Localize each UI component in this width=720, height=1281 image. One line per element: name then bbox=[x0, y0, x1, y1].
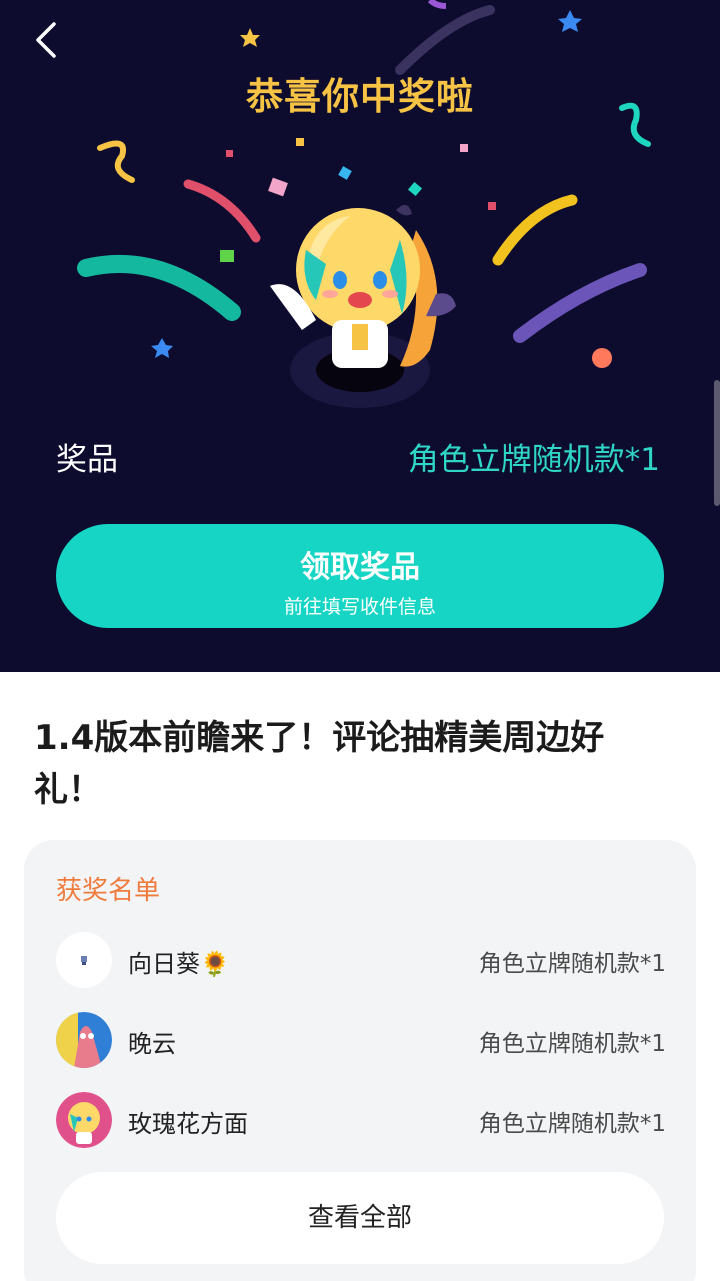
article-title: 1.4版本前瞻来了！评论抽精美周边好礼！ bbox=[34, 718, 605, 810]
claim-button-sublabel: 前往填写收件信息 bbox=[283, 596, 436, 618]
claim-button-label: 领取奖品 bbox=[300, 550, 420, 585]
winner-row[interactable]: 向日葵🌻 角色立牌随机款*1 bbox=[56, 932, 666, 992]
winner-name: 向日葵🌻 bbox=[128, 950, 230, 978]
prize-hero: 恭喜你中奖啦 奖品 角色立牌随机款*1 领取奖品 前往填写收件信息 bbox=[0, 0, 720, 672]
scrollbar-thumb[interactable] bbox=[714, 380, 720, 506]
winners-title: 获奖名单 bbox=[56, 876, 161, 906]
prize-value: 角色立牌随机款*1 bbox=[407, 442, 660, 478]
mascot-illustration bbox=[270, 204, 456, 408]
prize-label: 奖品 bbox=[56, 442, 118, 478]
starfish-avatar-icon bbox=[56, 1012, 112, 1068]
winner-prize: 角色立牌随机款*1 bbox=[478, 951, 666, 977]
small-figure-avatar-icon bbox=[56, 932, 112, 988]
winner-prize: 角色立牌随机款*1 bbox=[478, 1031, 666, 1057]
winner-name: 晚云 bbox=[128, 1030, 176, 1058]
winner-row[interactable]: 晚云 角色立牌随机款*1 bbox=[56, 1012, 666, 1072]
back-chevron-icon[interactable] bbox=[26, 18, 66, 62]
mascot-avatar-icon bbox=[56, 1092, 112, 1148]
page-title: 恭喜你中奖啦 bbox=[246, 75, 474, 118]
winner-prize: 角色立牌随机款*1 bbox=[478, 1111, 666, 1137]
avatar bbox=[56, 932, 112, 988]
avatar bbox=[56, 1092, 112, 1148]
winner-row[interactable]: 玫瑰花方面 角色立牌随机款*1 bbox=[56, 1092, 666, 1152]
winners-card: 获奖名单 向日葵🌻 角色立牌随机款*1 晚云 角色立牌随机款*1 玫瑰花方面 角… bbox=[24, 840, 696, 1281]
claim-prize-button[interactable]: 领取奖品 前往填写收件信息 bbox=[56, 524, 664, 628]
winner-name: 玫瑰花方面 bbox=[128, 1110, 248, 1138]
view-all-button[interactable]: 查看全部 bbox=[56, 1172, 664, 1264]
avatar bbox=[56, 1012, 112, 1068]
